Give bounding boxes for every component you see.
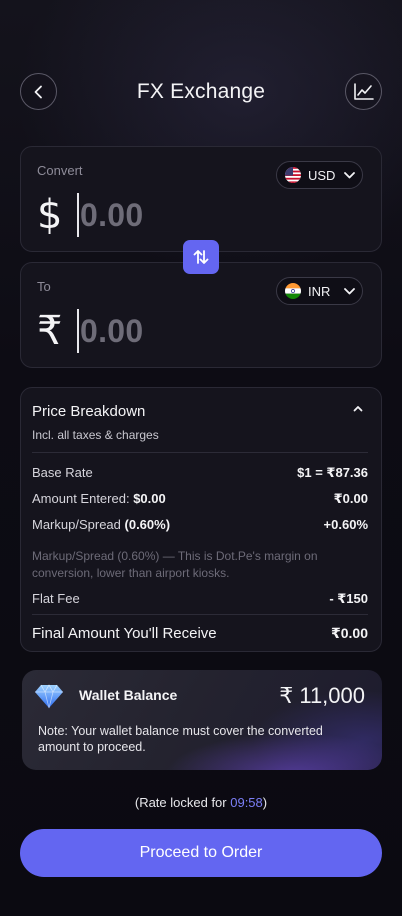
to-amount-row[interactable]: ₹ 0.00 [37, 307, 143, 355]
from-currency-code: USD [308, 167, 336, 183]
divider [32, 452, 368, 453]
india-flag-icon [285, 283, 301, 299]
markup-text: Markup/Spread [32, 517, 121, 532]
to-label: To [37, 279, 51, 294]
header: FX Exchange [20, 73, 382, 111]
convert-label: Convert [37, 163, 83, 178]
wallet-balance-card: Wallet Balance ₹ 11,000 Note: Your walle… [22, 670, 382, 770]
markup-value: +0.60% [323, 517, 368, 532]
to-currency-select[interactable]: INR [276, 277, 363, 305]
amount-entered-strong: $0.00 [133, 491, 166, 506]
collapse-button[interactable] [353, 405, 363, 412]
wallet-balance-amount: ₹ 11,000 [279, 683, 365, 708]
to-amount-input[interactable]: 0.00 [80, 313, 143, 350]
base-rate-label: Base Rate [32, 465, 93, 480]
final-amount-row: Final Amount You'll Receive ₹0.00 [32, 625, 368, 642]
amount-entered-value: ₹0.00 [333, 491, 368, 506]
proceed-to-order-button[interactable]: Proceed to Order [20, 829, 382, 877]
amount-entered-text: Amount Entered: [32, 491, 130, 506]
chevron-down-icon [344, 171, 355, 179]
rate-lock-timer: 09:58 [230, 795, 263, 810]
text-caret [77, 309, 79, 353]
diamond-icon [35, 684, 63, 709]
text-caret [77, 193, 79, 237]
swap-vertical-icon [193, 250, 209, 264]
back-button[interactable] [20, 73, 57, 110]
markup-label: Markup/Spread (0.60%) [32, 517, 170, 532]
chart-button[interactable] [345, 73, 382, 110]
rupee-symbol: ₹ [37, 308, 63, 354]
us-flag-icon [285, 167, 301, 183]
base-rate-row: Base Rate $1 = ₹87.36 [32, 465, 368, 481]
rate-lock-text: (Rate locked for 09:58) [0, 795, 402, 810]
from-currency-select[interactable]: USD [276, 161, 363, 189]
wallet-balance-label: Wallet Balance [79, 687, 178, 703]
from-amount-input[interactable]: 0.00 [80, 197, 143, 234]
markup-note: Markup/Spread (0.60%) — This is Dot.Pe's… [32, 549, 318, 580]
flat-fee-row: Flat Fee - ₹150 [32, 591, 368, 607]
amount-entered-row: Amount Entered: $0.00 ₹0.00 [32, 491, 368, 507]
base-rate-value: $1 = ₹87.36 [297, 465, 368, 480]
final-amount-value: ₹0.00 [331, 625, 368, 641]
amount-entered-label: Amount Entered: $0.00 [32, 491, 166, 507]
breakdown-subtitle: Incl. all taxes & charges [32, 428, 159, 442]
wallet-note: Note: Your wallet balance must cover the… [38, 724, 323, 754]
rate-lock-suffix: ) [262, 795, 268, 810]
page-title: FX Exchange [136, 80, 266, 103]
markup-row: Markup/Spread (0.60%) +0.60% [32, 517, 368, 532]
chevron-down-icon [344, 287, 355, 295]
chevron-left-icon [34, 85, 42, 98]
from-amount-row[interactable]: $ 0.00 [37, 191, 143, 239]
flat-fee-value: - ₹150 [329, 591, 368, 606]
to-currency-code: INR [308, 283, 331, 299]
markup-strong: (0.60%) [124, 517, 171, 532]
price-breakdown-card: Price Breakdown Incl. all taxes & charge… [20, 387, 382, 652]
final-amount-label: Final Amount You'll Receive [32, 625, 217, 642]
rate-lock-prefix: (Rate locked for [134, 795, 231, 810]
line-chart-icon [353, 82, 374, 100]
divider [32, 614, 368, 615]
swap-currencies-button[interactable] [183, 240, 219, 274]
breakdown-title: Price Breakdown [32, 403, 146, 420]
to-card: To INR ₹ 0.00 [20, 262, 382, 368]
convert-card: Convert USD $ 0.00 [20, 146, 382, 252]
chevron-up-icon [353, 406, 363, 412]
dollar-symbol: $ [37, 192, 63, 238]
flat-fee-label: Flat Fee [32, 591, 80, 606]
